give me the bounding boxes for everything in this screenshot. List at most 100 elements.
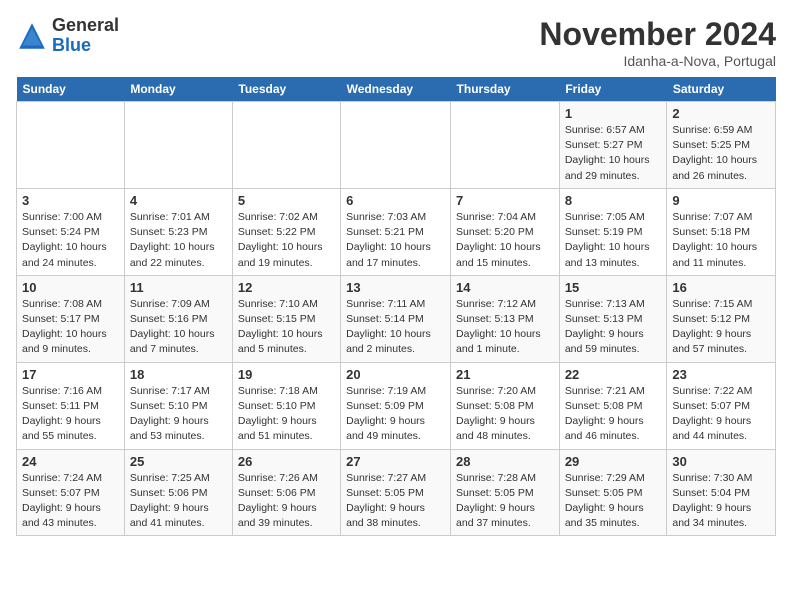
day-number: 23 <box>672 367 770 382</box>
day-info: Sunrise: 7:28 AM Sunset: 5:05 PM Dayligh… <box>456 471 554 532</box>
header-day-tuesday: Tuesday <box>232 77 340 102</box>
day-info: Sunrise: 7:15 AM Sunset: 5:12 PM Dayligh… <box>672 297 770 358</box>
calendar-cell: 26 Sunrise: 7:26 AM Sunset: 5:06 PM Dayli… <box>232 449 340 536</box>
day-info: Sunrise: 7:29 AM Sunset: 5:05 PM Dayligh… <box>565 471 662 532</box>
day-number: 11 <box>130 280 227 295</box>
calendar-cell: 5 Sunrise: 7:02 AM Sunset: 5:22 PM Daylig… <box>232 188 340 275</box>
calendar-cell: 3 Sunrise: 7:00 AM Sunset: 5:24 PM Daylig… <box>17 188 125 275</box>
day-info: Sunrise: 7:07 AM Sunset: 5:18 PM Dayligh… <box>672 210 770 271</box>
day-info: Sunrise: 7:30 AM Sunset: 5:04 PM Dayligh… <box>672 471 770 532</box>
day-info: Sunrise: 7:11 AM Sunset: 5:14 PM Dayligh… <box>346 297 445 358</box>
calendar-cell <box>232 102 340 189</box>
calendar-table: SundayMondayTuesdayWednesdayThursdayFrid… <box>16 77 776 536</box>
day-info: Sunrise: 6:59 AM Sunset: 5:25 PM Dayligh… <box>672 123 770 184</box>
day-number: 3 <box>22 193 119 208</box>
calendar-cell: 27Sunrise: 7:27 AM Sunset: 5:05 PM Dayli… <box>341 449 451 536</box>
day-number: 15 <box>565 280 662 295</box>
calendar-week-2: 3 Sunrise: 7:00 AM Sunset: 5:24 PM Daylig… <box>17 188 776 275</box>
calendar-cell <box>451 102 560 189</box>
day-number: 26 <box>238 454 335 469</box>
day-number: 25 <box>130 454 227 469</box>
header-day-wednesday: Wednesday <box>341 77 451 102</box>
calendar-cell <box>17 102 125 189</box>
day-number: 22 <box>565 367 662 382</box>
header-day-thursday: Thursday <box>451 77 560 102</box>
day-info: Sunrise: 7:27 AM Sunset: 5:05 PM Dayligh… <box>346 471 445 532</box>
calendar-cell: 21 Sunrise: 7:20 AM Sunset: 5:08 PM Dayli… <box>451 362 560 449</box>
day-number: 16 <box>672 280 770 295</box>
day-number: 17 <box>22 367 119 382</box>
header-day-saturday: Saturday <box>667 77 776 102</box>
day-number: 7 <box>456 193 554 208</box>
day-info: Sunrise: 6:57 AM Sunset: 5:27 PM Dayligh… <box>565 123 662 184</box>
day-number: 24 <box>22 454 119 469</box>
logo: General Blue <box>16 16 119 56</box>
day-info: Sunrise: 7:19 AM Sunset: 5:09 PM Dayligh… <box>346 384 445 445</box>
day-number: 6 <box>346 193 445 208</box>
day-number: 28 <box>456 454 554 469</box>
calendar-cell: 25 Sunrise: 7:25 AM Sunset: 5:06 PM Dayli… <box>124 449 232 536</box>
day-info: Sunrise: 7:12 AM Sunset: 5:13 PM Dayligh… <box>456 297 554 358</box>
day-info: Sunrise: 7:10 AM Sunset: 5:15 PM Dayligh… <box>238 297 335 358</box>
day-info: Sunrise: 7:00 AM Sunset: 5:24 PM Dayligh… <box>22 210 119 271</box>
day-info: Sunrise: 7:03 AM Sunset: 5:21 PM Dayligh… <box>346 210 445 271</box>
calendar-cell: 28 Sunrise: 7:28 AM Sunset: 5:05 PM Dayli… <box>451 449 560 536</box>
day-info: Sunrise: 7:20 AM Sunset: 5:08 PM Dayligh… <box>456 384 554 445</box>
day-number: 5 <box>238 193 335 208</box>
calendar-body: 1Sunrise: 6:57 AM Sunset: 5:27 PM Daylig… <box>17 102 776 536</box>
day-number: 20 <box>346 367 445 382</box>
day-number: 18 <box>130 367 227 382</box>
day-info: Sunrise: 7:21 AM Sunset: 5:08 PM Dayligh… <box>565 384 662 445</box>
logo-text: General Blue <box>52 16 119 56</box>
day-number: 9 <box>672 193 770 208</box>
day-number: 2 <box>672 106 770 121</box>
title-block: November 2024 Idanha-a-Nova, Portugal <box>539 16 776 69</box>
calendar-cell: 17 Sunrise: 7:16 AM Sunset: 5:11 PM Dayli… <box>17 362 125 449</box>
calendar-week-4: 17 Sunrise: 7:16 AM Sunset: 5:11 PM Dayli… <box>17 362 776 449</box>
day-number: 29 <box>565 454 662 469</box>
calendar-cell: 15Sunrise: 7:13 AM Sunset: 5:13 PM Dayli… <box>559 275 667 362</box>
header-day-monday: Monday <box>124 77 232 102</box>
calendar-cell <box>341 102 451 189</box>
calendar-cell <box>124 102 232 189</box>
calendar-cell: 9 Sunrise: 7:07 AM Sunset: 5:18 PM Daylig… <box>667 188 776 275</box>
day-number: 12 <box>238 280 335 295</box>
day-info: Sunrise: 7:24 AM Sunset: 5:07 PM Dayligh… <box>22 471 119 532</box>
calendar-cell: 18Sunrise: 7:17 AM Sunset: 5:10 PM Dayli… <box>124 362 232 449</box>
day-number: 19 <box>238 367 335 382</box>
calendar-cell: 1Sunrise: 6:57 AM Sunset: 5:27 PM Daylig… <box>559 102 667 189</box>
day-info: Sunrise: 7:01 AM Sunset: 5:23 PM Dayligh… <box>130 210 227 271</box>
calendar-cell: 10Sunrise: 7:08 AM Sunset: 5:17 PM Dayli… <box>17 275 125 362</box>
calendar-cell: 20 Sunrise: 7:19 AM Sunset: 5:09 PM Dayli… <box>341 362 451 449</box>
calendar-header-row: SundayMondayTuesdayWednesdayThursdayFrid… <box>17 77 776 102</box>
day-number: 14 <box>456 280 554 295</box>
calendar-cell: 2 Sunrise: 6:59 AM Sunset: 5:25 PM Daylig… <box>667 102 776 189</box>
day-number: 8 <box>565 193 662 208</box>
calendar-week-5: 24 Sunrise: 7:24 AM Sunset: 5:07 PM Dayli… <box>17 449 776 536</box>
calendar-cell: 14 Sunrise: 7:12 AM Sunset: 5:13 PM Dayli… <box>451 275 560 362</box>
day-info: Sunrise: 7:16 AM Sunset: 5:11 PM Dayligh… <box>22 384 119 445</box>
calendar-cell: 16 Sunrise: 7:15 AM Sunset: 5:12 PM Dayli… <box>667 275 776 362</box>
day-info: Sunrise: 7:18 AM Sunset: 5:10 PM Dayligh… <box>238 384 335 445</box>
day-info: Sunrise: 7:09 AM Sunset: 5:16 PM Dayligh… <box>130 297 227 358</box>
calendar-week-1: 1Sunrise: 6:57 AM Sunset: 5:27 PM Daylig… <box>17 102 776 189</box>
header-day-sunday: Sunday <box>17 77 125 102</box>
logo-icon <box>16 20 48 52</box>
calendar-cell: 4 Sunrise: 7:01 AM Sunset: 5:23 PM Daylig… <box>124 188 232 275</box>
day-info: Sunrise: 7:08 AM Sunset: 5:17 PM Dayligh… <box>22 297 119 358</box>
day-number: 4 <box>130 193 227 208</box>
day-number: 21 <box>456 367 554 382</box>
day-info: Sunrise: 7:25 AM Sunset: 5:06 PM Dayligh… <box>130 471 227 532</box>
calendar-cell: 12 Sunrise: 7:10 AM Sunset: 5:15 PM Dayli… <box>232 275 340 362</box>
calendar-cell: 7 Sunrise: 7:04 AM Sunset: 5:20 PM Daylig… <box>451 188 560 275</box>
day-info: Sunrise: 7:26 AM Sunset: 5:06 PM Dayligh… <box>238 471 335 532</box>
calendar-cell: 19 Sunrise: 7:18 AM Sunset: 5:10 PM Dayli… <box>232 362 340 449</box>
day-info: Sunrise: 7:04 AM Sunset: 5:20 PM Dayligh… <box>456 210 554 271</box>
day-info: Sunrise: 7:02 AM Sunset: 5:22 PM Dayligh… <box>238 210 335 271</box>
calendar-cell: 22 Sunrise: 7:21 AM Sunset: 5:08 PM Dayli… <box>559 362 667 449</box>
calendar-cell: 29 Sunrise: 7:29 AM Sunset: 5:05 PM Dayli… <box>559 449 667 536</box>
calendar-cell: 30 Sunrise: 7:30 AM Sunset: 5:04 PM Dayli… <box>667 449 776 536</box>
day-info: Sunrise: 7:22 AM Sunset: 5:07 PM Dayligh… <box>672 384 770 445</box>
calendar-cell: 6 Sunrise: 7:03 AM Sunset: 5:21 PM Daylig… <box>341 188 451 275</box>
day-number: 30 <box>672 454 770 469</box>
